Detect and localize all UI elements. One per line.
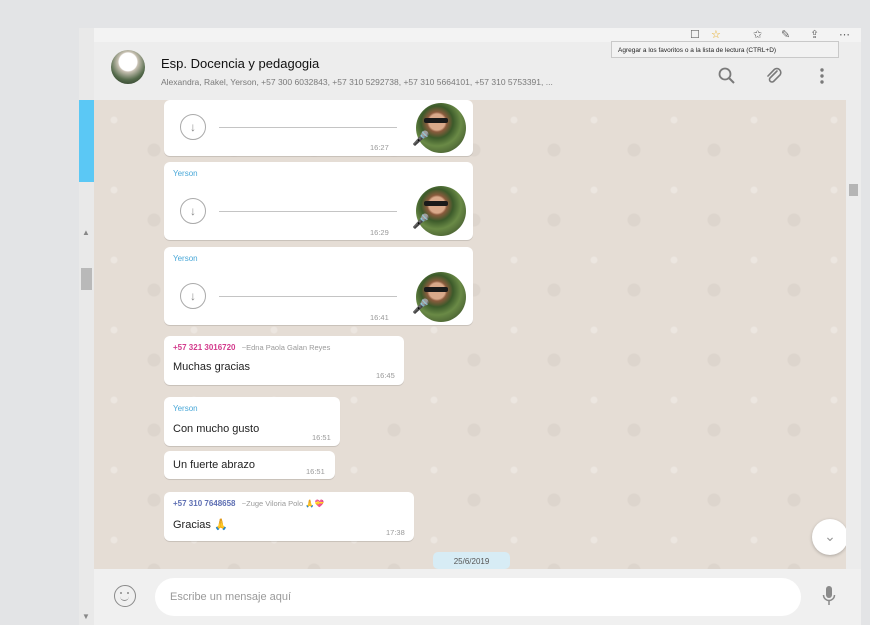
message-time: 16:41 [370, 313, 389, 322]
message-time: 16:51 [312, 433, 331, 442]
audio-track[interactable] [219, 127, 397, 128]
audio-track[interactable] [219, 211, 397, 212]
message-time: 16:51 [306, 467, 325, 476]
pen-icon[interactable]: ✎ [781, 28, 790, 41]
bookmark-tooltip: Agregar a los favoritos o a la lista de … [611, 41, 839, 58]
sender-name[interactable]: +57 321 3016720 [173, 343, 236, 352]
voice-message: Yerson ↓ 🎤 16:41 [164, 247, 473, 325]
scroll-down-arrow-icon[interactable]: ▼ [82, 612, 90, 621]
group-avatar[interactable] [111, 50, 145, 84]
message-text: Gracias 🙏 [173, 519, 228, 531]
more-icon[interactable]: ⋯ [839, 28, 850, 41]
search-icon[interactable] [717, 66, 737, 86]
date-divider: 25/6/2019 [433, 552, 510, 569]
group-title[interactable]: Esp. Docencia y pedagogia [161, 56, 319, 71]
sender-subname: ~Zuge Viloria Polo 🙏💝 [241, 499, 324, 508]
message-input[interactable] [155, 578, 801, 616]
message-text: Con mucho gusto [173, 423, 260, 435]
audio-track[interactable] [219, 296, 397, 297]
mic-icon: 🎤 [412, 130, 430, 146]
scroll-up-icon[interactable]: ▲ [82, 228, 90, 237]
left-scrollbar[interactable]: ▲ ▼ [79, 28, 94, 625]
sender-line: +57 321 3016720 ~Edna Paola Galan Reyes [173, 343, 330, 352]
voice-message: ↓ 🎤 16:27 [164, 100, 473, 156]
mic-icon: 🎤 [412, 213, 430, 229]
download-icon[interactable]: ↓ [180, 114, 206, 140]
attach-icon[interactable] [764, 66, 784, 86]
favorites-icon[interactable]: ✩ [753, 28, 762, 41]
message-list[interactable]: ↓ 🎤 16:27 Yerson ↓ 🎤 16:29 Yerson ↓ 🎤 16… [94, 100, 846, 569]
voice-message: Yerson ↓ 🎤 16:29 [164, 162, 473, 240]
sender-line: +57 310 7648658 ~Zuge Viloria Polo 🙏💝 [173, 499, 324, 508]
download-icon[interactable]: ↓ [180, 283, 206, 309]
mic-icon: 🎤 [412, 298, 430, 314]
sender-avatar [416, 272, 466, 322]
text-message: Un fuerte abrazo 16:51 [164, 451, 335, 479]
browser-toolbar: ☐ ☆ ✩ ✎ ⇪ ⋯ [79, 28, 861, 42]
message-text: Un fuerte abrazo [173, 459, 255, 471]
message-time: 16:29 [370, 228, 389, 237]
text-message: +57 321 3016720 ~Edna Paola Galan Reyes … [164, 336, 404, 385]
message-time: 16:45 [376, 371, 395, 380]
sender-name[interactable]: Yerson [173, 169, 198, 178]
message-time: 17:38 [386, 528, 405, 537]
text-message: Yerson Con mucho gusto 16:51 [164, 397, 340, 446]
left-accent [79, 100, 94, 182]
sender-subname: ~Edna Paola Galan Reyes [241, 343, 331, 352]
download-icon[interactable]: ↓ [180, 198, 206, 224]
message-text: Muchas gracias [173, 361, 251, 373]
scrollbar-thumb[interactable] [81, 268, 92, 290]
emoji-icon[interactable] [114, 585, 136, 607]
message-time: 16:27 [370, 143, 389, 152]
scroll-to-bottom-button[interactable]: ⌄ [812, 519, 846, 555]
microphone-icon[interactable] [822, 585, 836, 607]
menu-icon[interactable] [812, 66, 832, 86]
chat-scrollbar[interactable] [846, 100, 861, 569]
whatsapp-window: ☐ ☆ ✩ ✎ ⇪ ⋯ Agregar a los favoritos o a … [79, 28, 861, 625]
sender-name[interactable]: Yerson [173, 404, 198, 413]
chevron-down-icon: ⌄ [824, 528, 836, 544]
square-icon[interactable]: ☐ [690, 28, 700, 41]
sender-name[interactable]: +57 310 7648658 [173, 499, 236, 508]
star-icon[interactable]: ☆ [711, 28, 721, 41]
text-message: +57 310 7648658 ~Zuge Viloria Polo 🙏💝 Gr… [164, 492, 414, 541]
group-members[interactable]: Alexandra, Rakel, Yerson, +57 300 603284… [161, 77, 721, 87]
sender-name[interactable]: Yerson [173, 254, 198, 263]
share-icon[interactable]: ⇪ [810, 28, 819, 41]
composer-bar [94, 569, 861, 625]
chat-scrollbar-thumb[interactable] [849, 184, 858, 196]
